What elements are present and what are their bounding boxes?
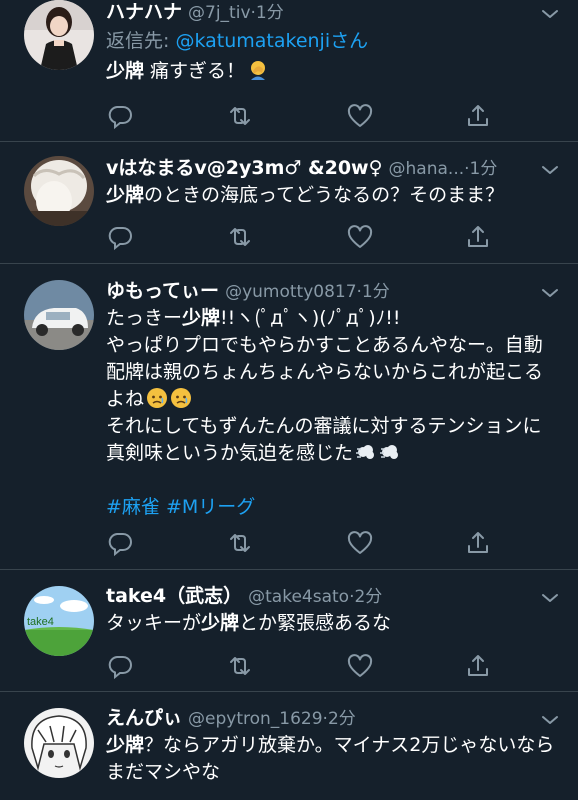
tweet-line: 真剣味というか気迫を感じた bbox=[106, 440, 560, 467]
face-palm-emoji-icon bbox=[247, 59, 269, 81]
tweet-1[interactable]: ハナハナ @7j_tiv·1分 返信先: @katumatakenjiさん 少牌 … bbox=[0, 0, 578, 142]
text-segment: ？ならアガリ放棄か。マイナス2万じゃないなら bbox=[144, 734, 555, 756]
tweet-text: 少牌 痛すぎる！ bbox=[106, 58, 560, 85]
tweet-header: take4（武志） @take4sato·2分 bbox=[106, 582, 530, 610]
tweet-actions bbox=[106, 223, 496, 251]
highlight-term: 少牌 bbox=[106, 184, 145, 206]
tweet-line: よね bbox=[106, 386, 560, 413]
display-name[interactable]: ゆもってぃー bbox=[106, 280, 219, 302]
tweet-text: たっきー少牌!!ヽ(ﾟдﾟヽ)(ﾉﾟдﾟ)ﾉ!! やっぱりプロでもやらかすことあ… bbox=[106, 305, 560, 521]
display-name[interactable]: ハナハナ bbox=[106, 1, 182, 23]
dash-emoji-icon bbox=[379, 441, 401, 463]
avatar[interactable]: take4 bbox=[24, 586, 94, 656]
share-icon[interactable] bbox=[464, 102, 492, 130]
share-icon[interactable] bbox=[464, 223, 492, 251]
retweet-icon[interactable] bbox=[226, 102, 254, 130]
hashtag-link[interactable]: #Mリーグ bbox=[166, 496, 255, 518]
text-segment: とか緊張感あるな bbox=[239, 612, 392, 634]
avatar-label: take4 bbox=[27, 616, 54, 628]
tweet-line: 配牌は親のちょんちょんやらないからこれが起こる bbox=[106, 361, 544, 383]
tweet-line: 少牌？ならアガリ放棄か。マイナス2万じゃないなら bbox=[106, 732, 560, 759]
hashtag-link[interactable]: #麻雀 bbox=[106, 496, 160, 518]
timestamp[interactable]: 2分 bbox=[328, 709, 356, 729]
tweet-line: #麻雀 #Mリーグ bbox=[106, 494, 560, 521]
chevron-down-icon[interactable] bbox=[538, 586, 562, 610]
highlight-term: 少牌 bbox=[106, 734, 145, 756]
text-segment: !!ヽ(ﾟдﾟヽ)(ﾉﾟдﾟ)ﾉ!! bbox=[220, 307, 401, 329]
user-handle[interactable]: @take4sato bbox=[248, 587, 349, 607]
tweet-actions bbox=[106, 102, 496, 130]
heart-icon[interactable] bbox=[346, 223, 374, 251]
reply-mention-link[interactable]: @katumatakenji bbox=[175, 30, 330, 52]
highlight-term: 少牌 bbox=[201, 612, 240, 634]
retweet-icon[interactable] bbox=[226, 652, 254, 680]
tweet-2[interactable]: vはなまるv@2y3m♂ &20w♀ @hana...·1分 少牌のときの海底って… bbox=[0, 142, 578, 264]
tweet-actions bbox=[106, 529, 496, 557]
chevron-down-icon[interactable] bbox=[538, 708, 562, 732]
tweet-line: まだマシやな bbox=[106, 761, 221, 783]
tweet-header: ゆもってぃー @yumotty0817·1分 bbox=[106, 277, 530, 305]
user-handle[interactable]: @hana... bbox=[389, 159, 465, 179]
reply-suffix: さん bbox=[330, 30, 369, 52]
chevron-down-icon[interactable] bbox=[538, 158, 562, 182]
text-segment: タッキーが bbox=[106, 612, 202, 634]
tweet-text: 少牌？ならアガリ放棄か。マイナス2万じゃないなら まだマシやな bbox=[106, 732, 560, 786]
tweet-4[interactable]: take4 take4（武志） @take4sato·2分 タッキーが少牌とか緊張… bbox=[0, 570, 578, 692]
tweet-line: やっぱりプロでもやらかすことあるんやなー。自動 bbox=[106, 334, 543, 356]
retweet-icon[interactable] bbox=[226, 223, 254, 251]
display-name[interactable]: vはなまるv@2y3m♂ &20w♀ bbox=[106, 157, 383, 179]
tweet-line: たっきー少牌!!ヽ(ﾟдﾟヽ)(ﾉﾟдﾟ)ﾉ!! bbox=[106, 305, 560, 332]
display-name[interactable]: take4（武志） bbox=[106, 585, 242, 607]
dash-emoji-icon bbox=[355, 441, 377, 463]
tweet-actions bbox=[106, 652, 496, 680]
tweet-header: vはなまるv@2y3m♂ &20w♀ @hana...·1分 bbox=[106, 154, 530, 182]
highlight-term: 少牌 bbox=[106, 60, 145, 82]
display-name[interactable]: えんぴぃ bbox=[106, 707, 182, 729]
reply-icon[interactable] bbox=[106, 102, 134, 130]
tweet-text-content: 痛すぎる！ bbox=[144, 60, 246, 82]
tweet-line: それにしてもずんたんの審議に対するテンションに bbox=[106, 415, 542, 437]
tweet-text: 少牌のときの海底ってどうなるの？そのまま？ bbox=[106, 182, 560, 209]
tweet-5[interactable]: えんぴぃ @epytron_1629·2分 少牌？ならアガリ放棄か。マイナス2万じ… bbox=[0, 692, 578, 800]
user-handle[interactable]: @7j_tiv bbox=[188, 3, 251, 23]
sad-face-emoji-icon bbox=[170, 387, 192, 409]
text-segment: 真剣味というか気迫を感じた bbox=[106, 442, 354, 464]
avatar[interactable] bbox=[24, 0, 94, 70]
tweet-header: ハナハナ @7j_tiv·1分 bbox=[106, 0, 530, 26]
tweet-spacer bbox=[106, 467, 560, 494]
sad-face-emoji-icon bbox=[146, 387, 168, 409]
timestamp[interactable]: 1分 bbox=[470, 159, 498, 179]
text-segment: たっきー bbox=[106, 307, 183, 329]
timestamp[interactable]: 1分 bbox=[256, 3, 284, 23]
tweet-header: えんぴぃ @epytron_1629·2分 bbox=[106, 704, 530, 732]
user-handle[interactable]: @epytron_1629 bbox=[188, 709, 323, 729]
tweet-3[interactable]: ゆもってぃー @yumotty0817·1分 たっきー少牌!!ヽ(ﾟдﾟヽ)(ﾉﾟ… bbox=[0, 264, 578, 570]
heart-icon[interactable] bbox=[346, 652, 374, 680]
chevron-down-icon[interactable] bbox=[538, 2, 562, 26]
retweet-icon[interactable] bbox=[226, 529, 254, 557]
share-icon[interactable] bbox=[464, 652, 492, 680]
avatar[interactable] bbox=[24, 156, 94, 226]
reply-to-line: 返信先: @katumatakenjiさん bbox=[106, 28, 560, 55]
avatar[interactable] bbox=[24, 280, 94, 350]
share-icon[interactable] bbox=[464, 529, 492, 557]
user-handle[interactable]: @yumotty0817 bbox=[225, 282, 356, 302]
reply-prefix: 返信先: bbox=[106, 30, 176, 52]
highlight-term: 少牌 bbox=[182, 307, 221, 329]
tweet-text: タッキーが少牌とか緊張感あるな bbox=[106, 610, 560, 637]
timestamp[interactable]: 1分 bbox=[362, 282, 390, 302]
tweet-text-content: のときの海底ってどうなるの？そのまま？ bbox=[144, 184, 505, 206]
reply-icon[interactable] bbox=[106, 529, 134, 557]
avatar[interactable] bbox=[24, 708, 94, 778]
timestamp[interactable]: 2分 bbox=[354, 587, 382, 607]
text-segment: よね bbox=[106, 388, 145, 410]
heart-icon[interactable] bbox=[346, 102, 374, 130]
reply-icon[interactable] bbox=[106, 223, 134, 251]
reply-icon[interactable] bbox=[106, 652, 134, 680]
heart-icon[interactable] bbox=[346, 529, 374, 557]
chevron-down-icon[interactable] bbox=[538, 281, 562, 305]
